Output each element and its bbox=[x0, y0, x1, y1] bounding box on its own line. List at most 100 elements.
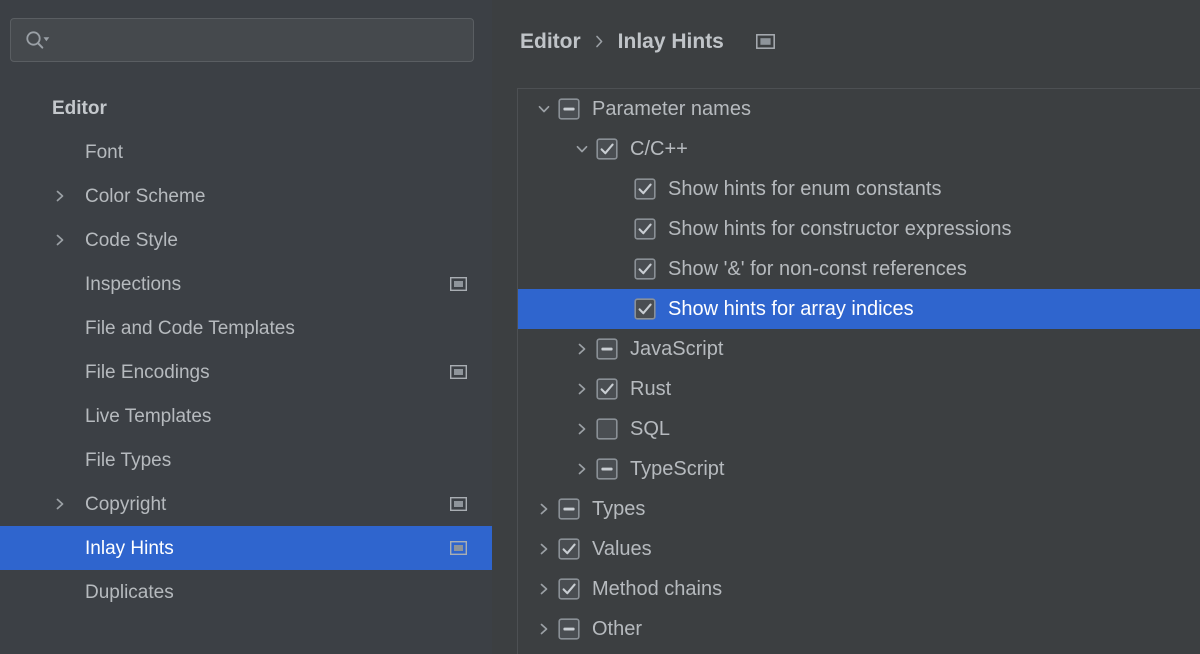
settings-content-panel: Editor Inlay Hints Parameter names C/C++ Sh… bbox=[492, 0, 1200, 654]
search-input[interactable] bbox=[51, 19, 473, 61]
checkbox-indeterminate[interactable] bbox=[596, 338, 618, 360]
chevron-right-icon[interactable] bbox=[530, 581, 558, 597]
tree-row[interactable]: SQL bbox=[518, 409, 1200, 449]
tree-chevron-placeholder bbox=[606, 301, 634, 317]
checkbox-checked[interactable] bbox=[558, 538, 580, 560]
checkbox-unchecked[interactable] bbox=[596, 418, 618, 440]
sidebar-item-color-scheme[interactable]: Color Scheme bbox=[0, 174, 492, 218]
search-icon[interactable] bbox=[25, 30, 51, 50]
tree-chevron-placeholder bbox=[606, 181, 634, 197]
checkbox-checked[interactable] bbox=[596, 138, 618, 160]
sidebar-item-editor[interactable]: Editor bbox=[0, 86, 492, 130]
checkbox-checked[interactable] bbox=[634, 218, 656, 240]
tree-row-label: Other bbox=[592, 618, 643, 640]
chevron-down-icon[interactable] bbox=[568, 141, 596, 157]
checkbox-indeterminate[interactable] bbox=[558, 618, 580, 640]
sidebar-item-label: Inlay Hints bbox=[85, 537, 174, 559]
tree-row[interactable]: Method chains bbox=[518, 569, 1200, 609]
sidebar-item-code-style[interactable]: Code Style bbox=[0, 218, 492, 262]
settings-dialog: Editor Font Color Scheme Code Style Inspecti… bbox=[0, 0, 1200, 654]
checkbox-checked[interactable] bbox=[596, 378, 618, 400]
tree-row-label: Parameter names bbox=[592, 98, 751, 120]
sidebar-item-copyright[interactable]: Copyright bbox=[0, 482, 492, 526]
sidebar-item-inlay-hints[interactable]: Inlay Hints bbox=[0, 526, 492, 570]
sidebar-item-live-templates[interactable]: Live Templates bbox=[0, 394, 492, 438]
sidebar-item-inspections[interactable]: Inspections bbox=[0, 262, 492, 306]
tree-row[interactable]: C/C++ bbox=[518, 129, 1200, 169]
tree-row-label: Rust bbox=[630, 378, 672, 400]
search-field-wrapper bbox=[10, 18, 474, 62]
tree-row-label: Values bbox=[592, 538, 652, 560]
settings-nav-list: Editor Font Color Scheme Code Style Inspecti… bbox=[0, 86, 492, 614]
sidebar-item-label: File and Code Templates bbox=[85, 317, 295, 339]
inlay-hints-tree-panel: Parameter names C/C++ Show hints for enum … bbox=[517, 88, 1200, 654]
sidebar-item-label: Duplicates bbox=[85, 581, 174, 603]
tree-row[interactable]: TypeScript bbox=[518, 449, 1200, 489]
tree-row[interactable]: Types bbox=[518, 489, 1200, 529]
sidebar-item-duplicates[interactable]: Duplicates bbox=[0, 570, 492, 614]
chevron-right-icon[interactable] bbox=[530, 501, 558, 517]
chevron-right-icon[interactable] bbox=[568, 461, 596, 477]
sidebar-item-label: Inspections bbox=[85, 273, 182, 295]
sidebar-item-label: Editor bbox=[52, 97, 107, 119]
breadcrumb-item[interactable]: Inlay Hints bbox=[618, 31, 724, 52]
search-box[interactable] bbox=[10, 18, 474, 62]
chevron-right-icon[interactable] bbox=[568, 421, 596, 437]
checkbox-checked[interactable] bbox=[634, 298, 656, 320]
tree-chevron-placeholder bbox=[606, 261, 634, 277]
tree-row[interactable]: Other bbox=[518, 609, 1200, 649]
checkbox-checked[interactable] bbox=[634, 178, 656, 200]
sidebar-item-file-encodings[interactable]: File Encodings bbox=[0, 350, 492, 394]
chevron-right-icon[interactable] bbox=[52, 188, 68, 204]
tree-chevron-placeholder bbox=[606, 221, 634, 237]
sidebar-item-label: Color Scheme bbox=[85, 185, 206, 207]
chevron-right-icon[interactable] bbox=[530, 541, 558, 557]
tree-row[interactable]: Show hints for array indices bbox=[518, 289, 1200, 329]
tree-row[interactable]: Show hints for enum constants bbox=[518, 169, 1200, 209]
tree-row[interactable]: Rust bbox=[518, 369, 1200, 409]
chevron-right-icon[interactable] bbox=[530, 621, 558, 637]
sidebar-item-label: File Types bbox=[85, 449, 172, 471]
tree-row-label: C/C++ bbox=[630, 138, 688, 160]
sidebar-item-font[interactable]: Font bbox=[0, 130, 492, 174]
checkbox-checked[interactable] bbox=[634, 258, 656, 280]
chevron-down-icon[interactable] bbox=[530, 101, 558, 117]
tree-row-label: TypeScript bbox=[630, 458, 725, 480]
tree-row[interactable]: Values bbox=[518, 529, 1200, 569]
chevron-right-icon[interactable] bbox=[568, 341, 596, 357]
project-scope-icon bbox=[449, 276, 468, 292]
breadcrumb: Editor Inlay Hints bbox=[520, 26, 775, 56]
chevron-right-icon[interactable] bbox=[52, 232, 68, 248]
chevron-right-icon bbox=[595, 34, 604, 49]
checkbox-checked[interactable] bbox=[558, 578, 580, 600]
sidebar-item-label: Font bbox=[85, 141, 124, 163]
tree-row-label: Show hints for constructor expressions bbox=[668, 218, 1012, 240]
sidebar-item-file-types[interactable]: File Types bbox=[0, 438, 492, 482]
chevron-right-icon[interactable] bbox=[568, 381, 596, 397]
tree-row-label: Show hints for enum constants bbox=[668, 178, 942, 200]
sidebar-item-label: Code Style bbox=[85, 229, 178, 251]
tree-row-label: Show hints for array indices bbox=[668, 298, 914, 320]
tree-row[interactable]: Show '&' for non-const references bbox=[518, 249, 1200, 289]
tree-row[interactable]: JavaScript bbox=[518, 329, 1200, 369]
settings-sidebar: Editor Font Color Scheme Code Style Inspecti… bbox=[0, 0, 492, 654]
checkbox-indeterminate[interactable] bbox=[558, 98, 580, 120]
tree-row[interactable]: Show hints for constructor expressions bbox=[518, 209, 1200, 249]
chevron-right-icon[interactable] bbox=[52, 496, 68, 512]
checkbox-indeterminate[interactable] bbox=[596, 458, 618, 480]
breadcrumb-item[interactable]: Editor bbox=[520, 31, 581, 52]
sidebar-item-file-and-code-templates[interactable]: File and Code Templates bbox=[0, 306, 492, 350]
checkbox-indeterminate[interactable] bbox=[558, 498, 580, 520]
sidebar-item-label: File Encodings bbox=[85, 361, 210, 383]
tree-row[interactable]: Parameter names bbox=[518, 89, 1200, 129]
